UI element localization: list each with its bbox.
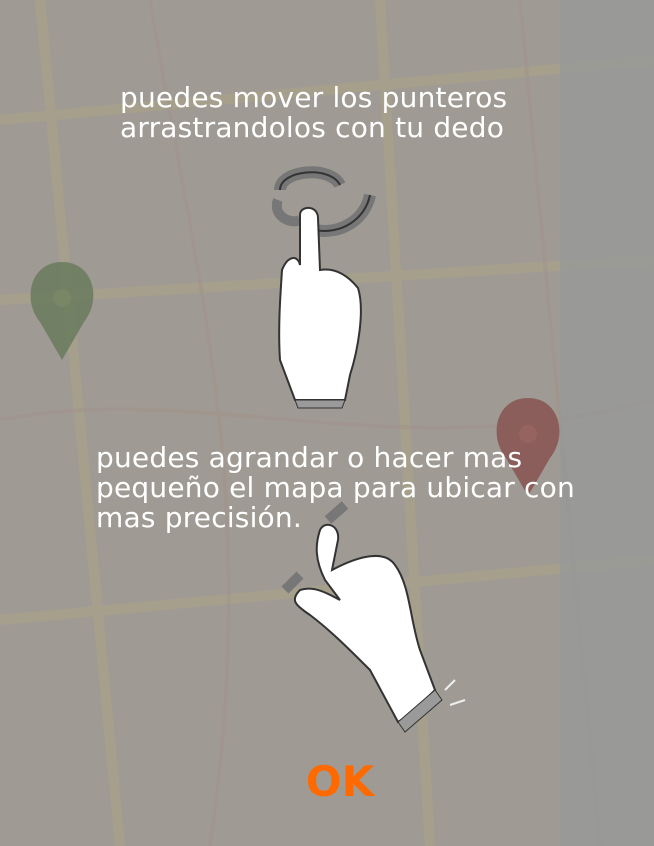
drag-instruction-text: puedes mover los punteros arrastrandolos… (120, 81, 508, 144)
ok-button[interactable]: OK (300, 757, 380, 807)
pinch-zoom-icon (281, 501, 466, 733)
drag-gesture-icon (271, 166, 376, 409)
